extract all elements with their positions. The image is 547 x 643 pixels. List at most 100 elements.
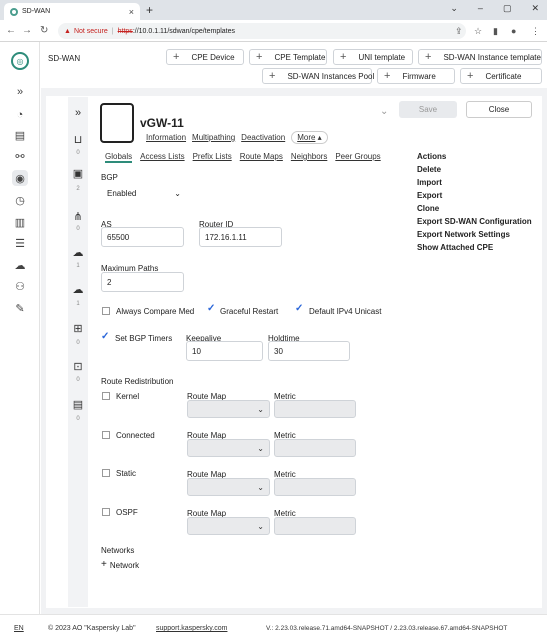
default-ipv4-checkbox[interactable]: ✓ bbox=[295, 303, 303, 314]
actions-title: Actions bbox=[417, 152, 447, 161]
graceful-restart-checkbox[interactable]: ✓ bbox=[207, 303, 215, 314]
tab-access-lists[interactable]: Access Lists bbox=[140, 152, 184, 163]
users-icon[interactable]: ⚇ bbox=[12, 278, 28, 294]
double-chevron-icon[interactable]: ⌄ bbox=[380, 106, 388, 117]
profile-icon[interactable]: ● bbox=[511, 26, 516, 36]
cloud-link-icon[interactable]: ☁ bbox=[68, 283, 88, 296]
static-route-map-select[interactable]: ⌄ bbox=[187, 478, 270, 496]
as-field[interactable]: 65500 bbox=[101, 227, 184, 247]
chart-icon[interactable]: ▥ bbox=[12, 214, 28, 230]
topology-icon[interactable]: ⚯ bbox=[12, 148, 28, 164]
chip-icon[interactable]: ⊡ bbox=[68, 360, 88, 373]
star-icon[interactable]: ☆ bbox=[474, 26, 482, 37]
support-link[interactable]: support.kaspersky.com bbox=[156, 625, 227, 632]
uni-template-button[interactable]: + UNI template bbox=[333, 49, 413, 65]
chevron-down-icon: ⌄ bbox=[257, 482, 264, 492]
more-button[interactable]: More ▴ bbox=[291, 131, 328, 144]
connected-checkbox[interactable] bbox=[102, 431, 110, 439]
router-id-field[interactable]: 172.16.1.11 bbox=[199, 227, 282, 247]
clock-icon[interactable]: ◷ bbox=[12, 192, 28, 208]
bgp-select[interactable]: Enabled ⌄ bbox=[101, 184, 187, 202]
tab-neighbors[interactable]: Neighbors bbox=[291, 152, 327, 163]
action-import[interactable]: Import bbox=[417, 178, 532, 187]
action-export-sdwan-config[interactable]: Export SD-WAN Configuration bbox=[417, 217, 532, 226]
location-icon[interactable]: ◉ bbox=[12, 170, 28, 186]
ospf-checkbox[interactable] bbox=[102, 508, 110, 516]
browser-tab-title: SD-WAN bbox=[22, 8, 51, 15]
firmware-button[interactable]: + Firmware bbox=[377, 68, 455, 84]
action-clone[interactable]: Clone bbox=[417, 204, 532, 213]
version: V.: 2.23.03.release.71.amd64-SNAPSHOT / … bbox=[266, 625, 508, 632]
static-checkbox[interactable] bbox=[102, 469, 110, 477]
collapse-icon[interactable]: » bbox=[68, 107, 88, 119]
action-delete[interactable]: Delete bbox=[417, 165, 532, 174]
networks-label: Networks bbox=[101, 546, 135, 555]
certificate-button[interactable]: + Certificate bbox=[460, 68, 542, 84]
close-window-icon[interactable]: ✕ bbox=[531, 3, 539, 14]
router-icon[interactable]: ⊔ bbox=[68, 133, 88, 146]
cpe-device-button[interactable]: + CPE Device bbox=[166, 49, 244, 65]
forward-icon[interactable]: → bbox=[22, 25, 32, 36]
static-metric-field[interactable] bbox=[274, 478, 356, 496]
tab-peer-groups[interactable]: Peer Groups bbox=[335, 152, 380, 163]
browser-tab[interactable]: SD-WAN × bbox=[4, 3, 140, 20]
new-tab-icon[interactable]: + bbox=[146, 3, 153, 17]
wrench-icon[interactable]: ✎ bbox=[12, 300, 28, 316]
action-export[interactable]: Export bbox=[417, 191, 532, 200]
list-icon[interactable]: ☰ bbox=[12, 235, 28, 251]
sdwan-instances-pool-button[interactable]: + SD-WAN Instances Pool bbox=[262, 68, 374, 84]
deactivation-link[interactable]: Deactivation bbox=[241, 133, 285, 142]
ospf-route-map-select[interactable]: ⌄ bbox=[187, 517, 270, 535]
reload-icon[interactable]: ↻ bbox=[40, 25, 48, 36]
kernel-route-map-select[interactable]: ⌄ bbox=[187, 400, 270, 418]
maximize-icon[interactable]: ▢ bbox=[503, 3, 512, 14]
minimize-icon[interactable]: – bbox=[478, 3, 483, 14]
action-show-attached-cpe[interactable]: Show Attached CPE bbox=[417, 243, 532, 252]
ospf-metric-field[interactable] bbox=[274, 517, 356, 535]
keepalive-field[interactable]: 10 bbox=[186, 341, 263, 361]
action-export-network-settings[interactable]: Export Network Settings bbox=[417, 230, 532, 239]
cloud-node-icon[interactable]: ☁ bbox=[68, 246, 88, 259]
network-icon[interactable]: ⋔ bbox=[68, 210, 88, 223]
tab-bar: Globals Access Lists Prefix Lists Route … bbox=[105, 152, 381, 163]
cpe-template-button[interactable]: + CPE Template bbox=[249, 49, 327, 65]
tab-globals[interactable]: Globals bbox=[105, 152, 133, 163]
cloud-icon[interactable]: ☁ bbox=[12, 257, 28, 273]
multipathing-link[interactable]: Multipathing bbox=[192, 133, 235, 142]
save-button[interactable]: Save bbox=[399, 101, 457, 118]
chevron-down-icon: ⌄ bbox=[257, 404, 264, 414]
chevron-down-icon: ⌄ bbox=[257, 521, 264, 531]
template-icon[interactable]: ▣ bbox=[68, 167, 88, 180]
side-count: 1 bbox=[76, 301, 80, 307]
kernel-metric-field[interactable] bbox=[274, 400, 356, 418]
back-icon[interactable]: ← bbox=[6, 25, 16, 36]
holdtime-field[interactable]: 30 bbox=[268, 341, 350, 361]
connected-metric-field[interactable] bbox=[274, 439, 356, 457]
expand-icon[interactable]: » bbox=[12, 84, 28, 100]
language-switch[interactable]: EN bbox=[14, 625, 24, 632]
kernel-checkbox[interactable] bbox=[102, 392, 110, 400]
add-network-button[interactable]: + Network bbox=[101, 559, 139, 570]
chevron-down-icon[interactable]: ⌄ bbox=[450, 3, 458, 14]
side-count: 0 bbox=[76, 377, 80, 383]
close-tab-icon[interactable]: × bbox=[129, 7, 134, 17]
document-icon[interactable]: ▤ bbox=[12, 127, 28, 143]
set-bgp-timers-checkbox[interactable]: ✓ bbox=[101, 331, 109, 342]
tab-route-maps[interactable]: Route Maps bbox=[240, 152, 283, 163]
always-compare-med-checkbox[interactable] bbox=[102, 307, 110, 315]
settings-doc-icon[interactable]: ▤ bbox=[68, 398, 88, 411]
url-scheme: https bbox=[117, 27, 133, 35]
share-icon[interactable]: ⇪ bbox=[455, 26, 463, 37]
sdwan-instance-template-button[interactable]: + SD-WAN Instance template bbox=[418, 49, 542, 65]
hierarchy-icon[interactable]: ⊞ bbox=[68, 322, 88, 335]
tab-prefix-lists[interactable]: Prefix Lists bbox=[193, 152, 232, 163]
url-field[interactable]: ▲ Not secure | https ://10.0.1.11/sdwan/… bbox=[58, 23, 466, 39]
information-link[interactable]: Information bbox=[146, 133, 186, 142]
close-button[interactable]: Close bbox=[466, 101, 532, 118]
dashboard-icon[interactable]: ◔ bbox=[12, 107, 28, 123]
menu-icon[interactable]: ⋮ bbox=[531, 26, 540, 37]
connected-route-map-select[interactable]: ⌄ bbox=[187, 439, 270, 457]
logo-icon: ◎ bbox=[11, 52, 29, 70]
sidebar-icon[interactable]: ▮ bbox=[493, 26, 498, 37]
max-paths-field[interactable]: 2 bbox=[101, 272, 184, 292]
